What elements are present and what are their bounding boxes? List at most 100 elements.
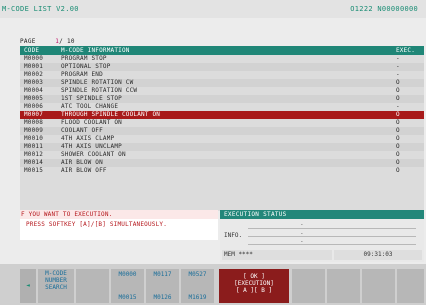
- row-info: ATC TOOL CHANGE: [61, 103, 119, 110]
- row-info: SPINDLE ROTATION CW: [61, 79, 134, 86]
- row-code: M0005: [24, 95, 44, 102]
- table-row[interactable]: M0008 FLOOD COOLANT ON O: [20, 119, 424, 127]
- row-info: FLOOD COOLANT ON: [61, 119, 122, 126]
- row-info: COOLANT OFF: [61, 127, 103, 134]
- screen-title: M-CODE LIST V2.00: [2, 5, 79, 13]
- page-total: 10: [67, 38, 75, 45]
- row-exec: O: [396, 111, 400, 118]
- status-value-1: -: [300, 221, 304, 228]
- execution-status-panel: EXECUTION STATUS INFO. - - - MEM **** 09…: [220, 210, 424, 262]
- softkey-range-start: M0000: [118, 271, 137, 278]
- softkey-range-end: M0015: [118, 294, 137, 301]
- column-header-info: M-CODE INFORMATION: [61, 47, 130, 54]
- row-exec: O: [396, 159, 400, 166]
- range-m0527-softkey[interactable]: M0527 M1619: [181, 269, 214, 303]
- cnc-screen: M-CODE LIST V2.00 O1222 N00000000 PAGE 1…: [0, 0, 426, 305]
- row-code: M0004: [24, 87, 44, 94]
- softkey-blank-3[interactable]: [327, 269, 360, 303]
- row-exec: O: [396, 79, 400, 86]
- status-value-2: -: [300, 230, 304, 237]
- execution-status-title: EXECUTION STATUS: [220, 210, 424, 219]
- table-header: CODE M-CODE INFORMATION EXEC.: [20, 46, 424, 55]
- row-code: M0007: [24, 111, 44, 118]
- table-row[interactable]: M0002 PROGRAM END -: [20, 71, 424, 79]
- softkey-range-start: M0527: [188, 271, 207, 278]
- row-code: M0012: [24, 151, 44, 158]
- row-info: THROUGH SPINDLE COOLANT ON: [61, 111, 161, 118]
- range-m0117-softkey[interactable]: M0117 M0126: [146, 269, 179, 303]
- row-exec: O: [396, 87, 400, 94]
- message-line-2: PRESS SOFTKEY [A]/[B] SIMULTANEOUSLY.: [26, 221, 168, 228]
- page-separator: /: [59, 38, 64, 45]
- softkey-blank-4[interactable]: [362, 269, 395, 303]
- softkey-range-end: M0126: [153, 294, 172, 301]
- mcode-number-search-softkey[interactable]: M-CODE NUMBER SEARCH: [38, 269, 74, 303]
- column-header-code: CODE: [24, 47, 40, 54]
- row-code: M0000: [24, 55, 44, 62]
- table-row[interactable]: M0006 ATC TOOL CHANGE -: [20, 103, 424, 111]
- row-exec: O: [396, 151, 400, 158]
- softkey-range-end: M1619: [188, 294, 207, 301]
- row-code: M0015: [24, 167, 44, 174]
- status-value-3: -: [300, 238, 304, 245]
- row-exec: -: [396, 103, 400, 110]
- title-bar: M-CODE LIST V2.00 O1222 N00000000: [0, 0, 426, 18]
- row-info: OPTIONAL STOP: [61, 63, 111, 70]
- table-row[interactable]: M0015 AIR BLOW OFF O: [20, 167, 424, 175]
- row-exec: -: [396, 55, 400, 62]
- mem-mode: MEM ****: [222, 250, 332, 260]
- row-info: 4TH AXIS UNCLAMP: [61, 143, 122, 150]
- message-line-1: F YOU WANT TO EXECUTION.: [20, 210, 218, 219]
- table-row[interactable]: M0005 1ST SPINDLE STOP O: [20, 95, 424, 103]
- row-exec: -: [396, 71, 400, 78]
- row-info: SHOWER COOLANT ON: [61, 151, 126, 158]
- row-code: M0009: [24, 127, 44, 134]
- row-exec: O: [396, 135, 400, 142]
- message-box: F YOU WANT TO EXECUTION. PRESS SOFTKEY […: [20, 210, 218, 240]
- row-exec: -: [396, 63, 400, 70]
- table-row[interactable]: M0001 OPTIONAL STOP -: [20, 63, 424, 71]
- table-row-selected[interactable]: M0007 THROUGH SPINDLE COOLANT ON O: [20, 111, 424, 119]
- mcode-table: CODE M-CODE INFORMATION EXEC. M0000 PROG…: [20, 46, 424, 211]
- row-exec: O: [396, 119, 400, 126]
- softkey-range-start: M0117: [153, 271, 172, 278]
- row-code: M0008: [24, 119, 44, 126]
- execution-ok-softkey[interactable]: [ OK ] [EXECUTION] [ A ][ B ]: [219, 269, 289, 303]
- program-number: O1222 N00000000: [350, 5, 418, 13]
- page-indicator: PAGE 1/ 10: [20, 38, 75, 45]
- column-header-exec: EXEC.: [396, 47, 416, 54]
- softkey-label: [ OK ] [EXECUTION] [ A ][ B ]: [234, 273, 274, 294]
- table-row[interactable]: M0010 4TH AXIS CLAMP O: [20, 135, 424, 143]
- page-label: PAGE: [20, 38, 36, 45]
- prev-softkey-arrow-icon[interactable]: ◄: [20, 269, 36, 303]
- row-code: M0002: [24, 71, 44, 78]
- softkey-blank-1[interactable]: [76, 269, 109, 303]
- row-code: M0010: [24, 135, 44, 142]
- softkey-bar: ◄ M-CODE NUMBER SEARCH M0000 M0015 M0117…: [0, 264, 426, 305]
- table-row[interactable]: M0012 SHOWER COOLANT ON O: [20, 151, 424, 159]
- row-info: 4TH AXIS CLAMP: [61, 135, 115, 142]
- info-label: INFO.: [224, 232, 243, 239]
- row-code: M0001: [24, 63, 44, 70]
- row-exec: O: [396, 127, 400, 134]
- row-code: M0011: [24, 143, 44, 150]
- softkey-blank-5[interactable]: [397, 269, 424, 303]
- table-row[interactable]: M0004 SPINDLE ROTATION CCW O: [20, 87, 424, 95]
- row-info: 1ST SPINDLE STOP: [61, 95, 122, 102]
- range-m0000-softkey[interactable]: M0000 M0015: [111, 269, 144, 303]
- table-row[interactable]: M0014 AIR BLOW ON O: [20, 159, 424, 167]
- row-exec: O: [396, 167, 400, 174]
- softkey-blank-2[interactable]: [292, 269, 325, 303]
- softkey-label: M-CODE NUMBER SEARCH: [45, 270, 67, 291]
- table-row[interactable]: M0000 PROGRAM STOP -: [20, 55, 424, 63]
- table-row[interactable]: M0011 4TH AXIS UNCLAMP O: [20, 143, 424, 151]
- row-info: SPINDLE ROTATION CCW: [61, 87, 138, 94]
- table-row[interactable]: M0003 SPINDLE ROTATION CW O: [20, 79, 424, 87]
- clock: 09:31:03: [334, 250, 422, 260]
- row-exec: O: [396, 143, 400, 150]
- row-info: AIR BLOW OFF: [61, 167, 107, 174]
- row-code: M0003: [24, 79, 44, 86]
- table-row[interactable]: M0009 COOLANT OFF O: [20, 127, 424, 135]
- row-code: M0014: [24, 159, 44, 166]
- row-exec: O: [396, 95, 400, 102]
